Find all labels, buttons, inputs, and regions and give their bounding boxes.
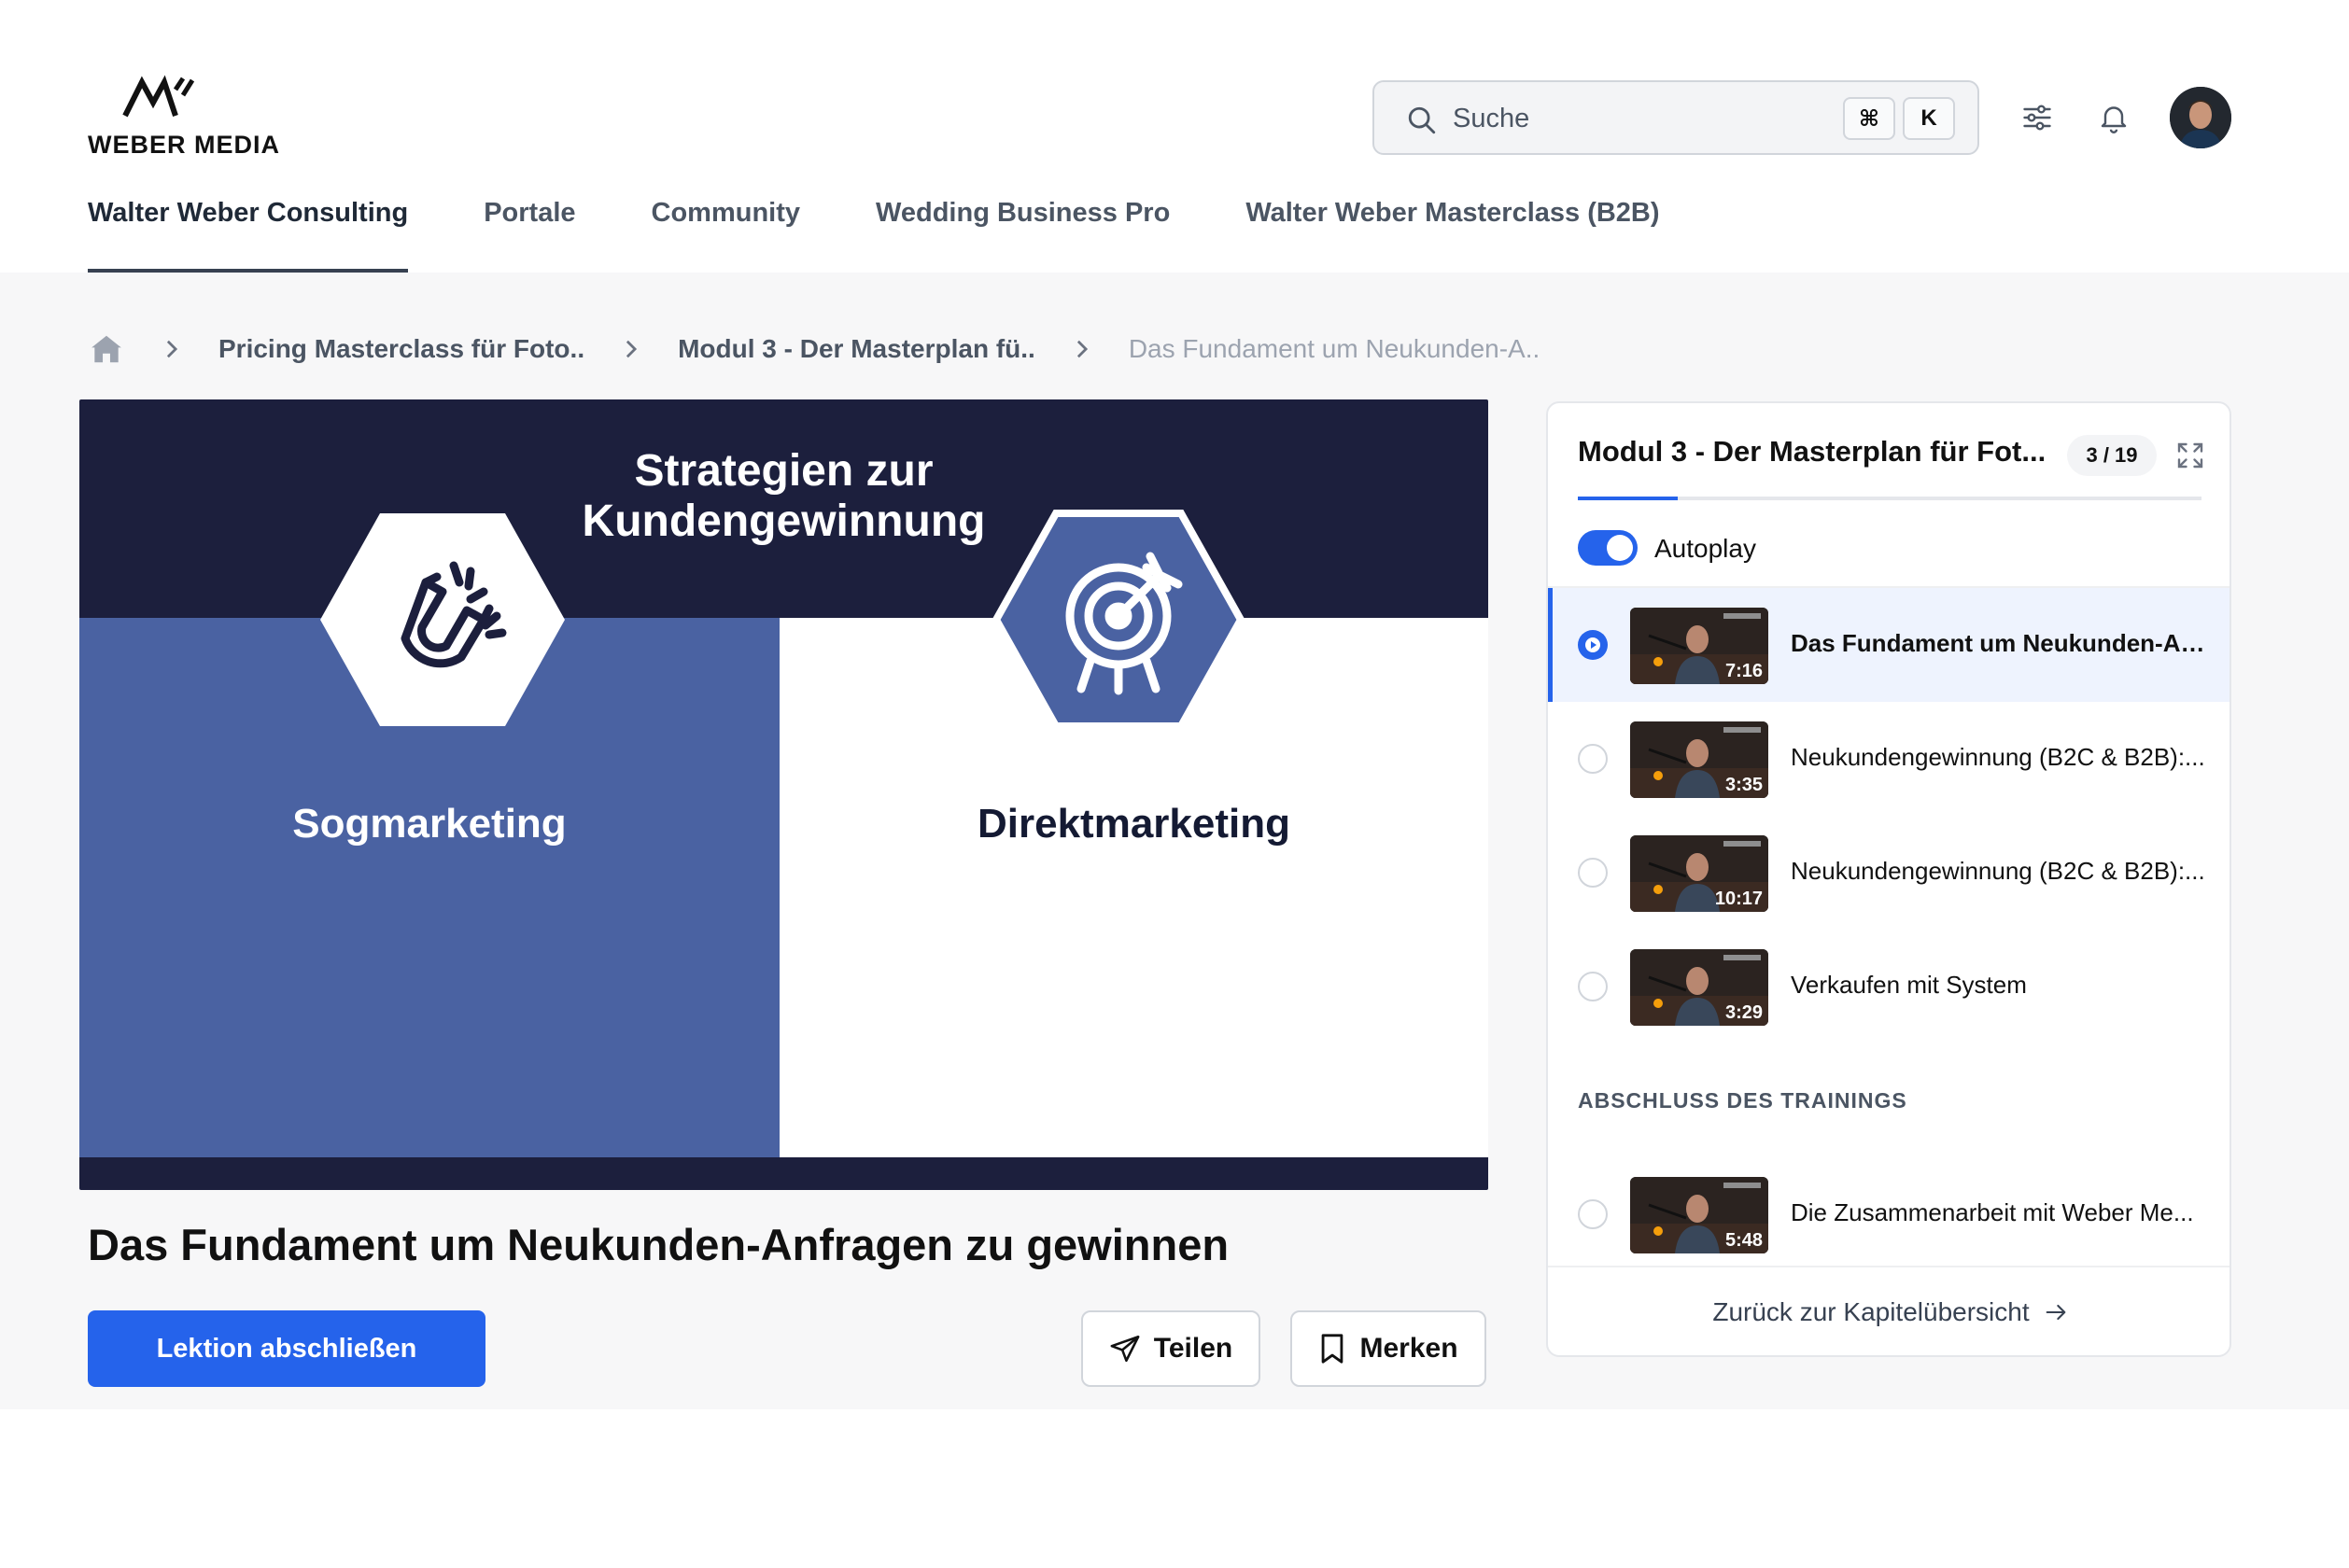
autoplay-label: Autoplay — [1654, 534, 1756, 563]
breadcrumb-module[interactable]: Modul 3 - Der Masterplan fü.. — [678, 334, 1035, 364]
nav-tab-masterclass-b2b[interactable]: Walter Weber Masterclass (B2B) — [1245, 194, 1659, 273]
lesson-item[interactable]: 7:16 Das Fundament um Neukunden-Anf... — [1548, 588, 2229, 702]
lesson-thumbnail: 3:35 — [1630, 721, 1768, 798]
chevron-right-icon — [162, 338, 181, 360]
module-progress-bar — [1578, 497, 2201, 500]
lesson-duration: 7:16 — [1724, 661, 1763, 681]
lesson-playing-indicator — [1578, 630, 1608, 660]
user-photo-icon — [2170, 87, 2231, 148]
search-icon — [1408, 106, 1436, 134]
shortcut-cmd-key: ⌘ — [1843, 97, 1895, 140]
brand-name: WEBER MEDIA — [88, 131, 280, 159]
sogmarketing-label: Sogmarketing — [292, 801, 567, 847]
share-label: Teilen — [1153, 1333, 1233, 1364]
search-input[interactable] — [1453, 95, 1826, 142]
expand-icon[interactable] — [2173, 439, 2207, 472]
magnet-icon — [320, 513, 565, 726]
breadcrumb-home[interactable] — [88, 330, 125, 368]
lesson-thumbnail: 10:17 — [1630, 835, 1768, 912]
lesson-item[interactable]: 5:48 Die Zusammenarbeit mit Weber Me... — [1548, 1157, 2229, 1271]
bookmark-label: Merken — [1359, 1333, 1458, 1364]
back-to-overview-label: Zurück zur Kapitelübersicht — [1712, 1297, 2030, 1326]
home-icon — [91, 335, 121, 363]
module-progress-fill — [1578, 497, 1678, 500]
chevron-right-icon — [1073, 338, 1091, 360]
lesson-item[interactable]: 3:29 Verkaufen mit System — [1548, 930, 2229, 1043]
lesson-title: Neukundengewinnung (B2C & B2B):... — [1791, 857, 2205, 885]
main-content: Pricing Masterclass für Foto.. Modul 3 -… — [0, 273, 2349, 1409]
lesson-duration: 3:29 — [1724, 1002, 1763, 1023]
lesson-thumbnail: 7:16 — [1630, 608, 1768, 684]
back-to-overview-link[interactable]: Zurück zur Kapitelübersicht — [1548, 1267, 2229, 1355]
filter-settings-button[interactable] — [2017, 97, 2058, 138]
lesson-title: Neukundengewinnung (B2C & B2B):... — [1791, 743, 2205, 771]
lesson-title: Das Fundament um Neukunden-Anf... — [1791, 629, 2209, 657]
lesson-duration: 10:17 — [1714, 889, 1763, 909]
section-heading: ABSCHLUSS DES TRAININGS — [1578, 1088, 1907, 1113]
lesson-title: Die Zusammenarbeit mit Weber Me... — [1791, 1198, 2194, 1226]
lesson-status-radio[interactable] — [1578, 972, 1608, 1001]
autoplay-toggle-knob — [1607, 535, 1633, 561]
chevron-right-icon — [622, 338, 640, 360]
lesson-thumbnail: 3:29 — [1630, 949, 1768, 1026]
main-nav: Walter Weber Consulting Portale Communit… — [88, 194, 1736, 273]
lesson-title: Das Fundament um Neukunden-Anfragen zu g… — [88, 1220, 1230, 1269]
breadcrumb-current-lesson: Das Fundament um Neukunden-A.. — [1128, 334, 1540, 363]
play-icon — [1585, 637, 1600, 652]
shortcut-k-key: K — [1903, 97, 1955, 140]
arrow-right-icon — [2046, 1304, 2066, 1321]
lesson-duration: 5:48 — [1724, 1230, 1763, 1251]
direktmarketing-label: Direktmarketing — [977, 801, 1290, 847]
top-header: WEBER MEDIA ⌘ K Walter Web — [0, 0, 2349, 273]
user-avatar[interactable] — [2170, 87, 2231, 148]
autoplay-toggle[interactable] — [1578, 530, 1638, 566]
breadcrumb: Pricing Masterclass für Foto.. Modul 3 -… — [88, 329, 1540, 370]
search-bar[interactable]: ⌘ K — [1372, 80, 1979, 155]
nav-tab-portale[interactable]: Portale — [484, 194, 575, 273]
nav-tab-wedding-business-pro[interactable]: Wedding Business Pro — [876, 194, 1170, 273]
video-player[interactable]: Sogmarketing Direktmarketing Strategien … — [79, 399, 1488, 1190]
lesson-title: Verkaufen mit System — [1791, 971, 2027, 999]
module-sidebar: Modul 3 - Der Masterplan für Fot... 3 / … — [1546, 401, 2231, 1357]
lesson-thumbnail: 5:48 — [1630, 1177, 1768, 1253]
send-icon — [1110, 1335, 1140, 1363]
lesson-duration: 3:35 — [1724, 775, 1763, 795]
notifications-button[interactable] — [2093, 97, 2134, 138]
video-title-line2: Kundengewinnung — [582, 497, 986, 546]
nav-tab-walter-weber-consulting[interactable]: Walter Weber Consulting — [88, 194, 409, 273]
bell-icon — [2101, 106, 2127, 133]
logo-mark-icon — [122, 75, 195, 118]
lesson-status-radio[interactable] — [1578, 744, 1608, 774]
video-slide-title: Strategien zur Kundengewinnung — [79, 446, 1488, 547]
breadcrumb-course[interactable]: Pricing Masterclass für Foto.. — [218, 334, 584, 364]
lesson-item[interactable]: 3:35 Neukundengewinnung (B2C & B2B):... — [1548, 702, 2229, 816]
lesson-status-radio[interactable] — [1578, 1199, 1608, 1229]
share-button[interactable]: Teilen — [1081, 1310, 1260, 1387]
target-icon — [992, 510, 1245, 730]
sliders-icon — [2023, 105, 2051, 131]
brand-logo[interactable]: WEBER MEDIA — [88, 75, 279, 159]
bookmark-button[interactable]: Merken — [1290, 1310, 1486, 1387]
complete-lesson-button[interactable]: Lektion abschließen — [88, 1310, 485, 1387]
lesson-item[interactable]: 10:17 Neukundengewinnung (B2C & B2B):... — [1548, 816, 2229, 930]
bookmark-icon — [1322, 1334, 1343, 1364]
nav-tab-community[interactable]: Community — [652, 194, 801, 273]
video-title-line1: Strategien zur — [634, 446, 934, 496]
module-title: Modul 3 - Der Masterplan für Fot... — [1578, 435, 2047, 468]
lesson-count-badge: 3 / 19 — [2067, 435, 2157, 476]
lesson-status-radio[interactable] — [1578, 858, 1608, 888]
